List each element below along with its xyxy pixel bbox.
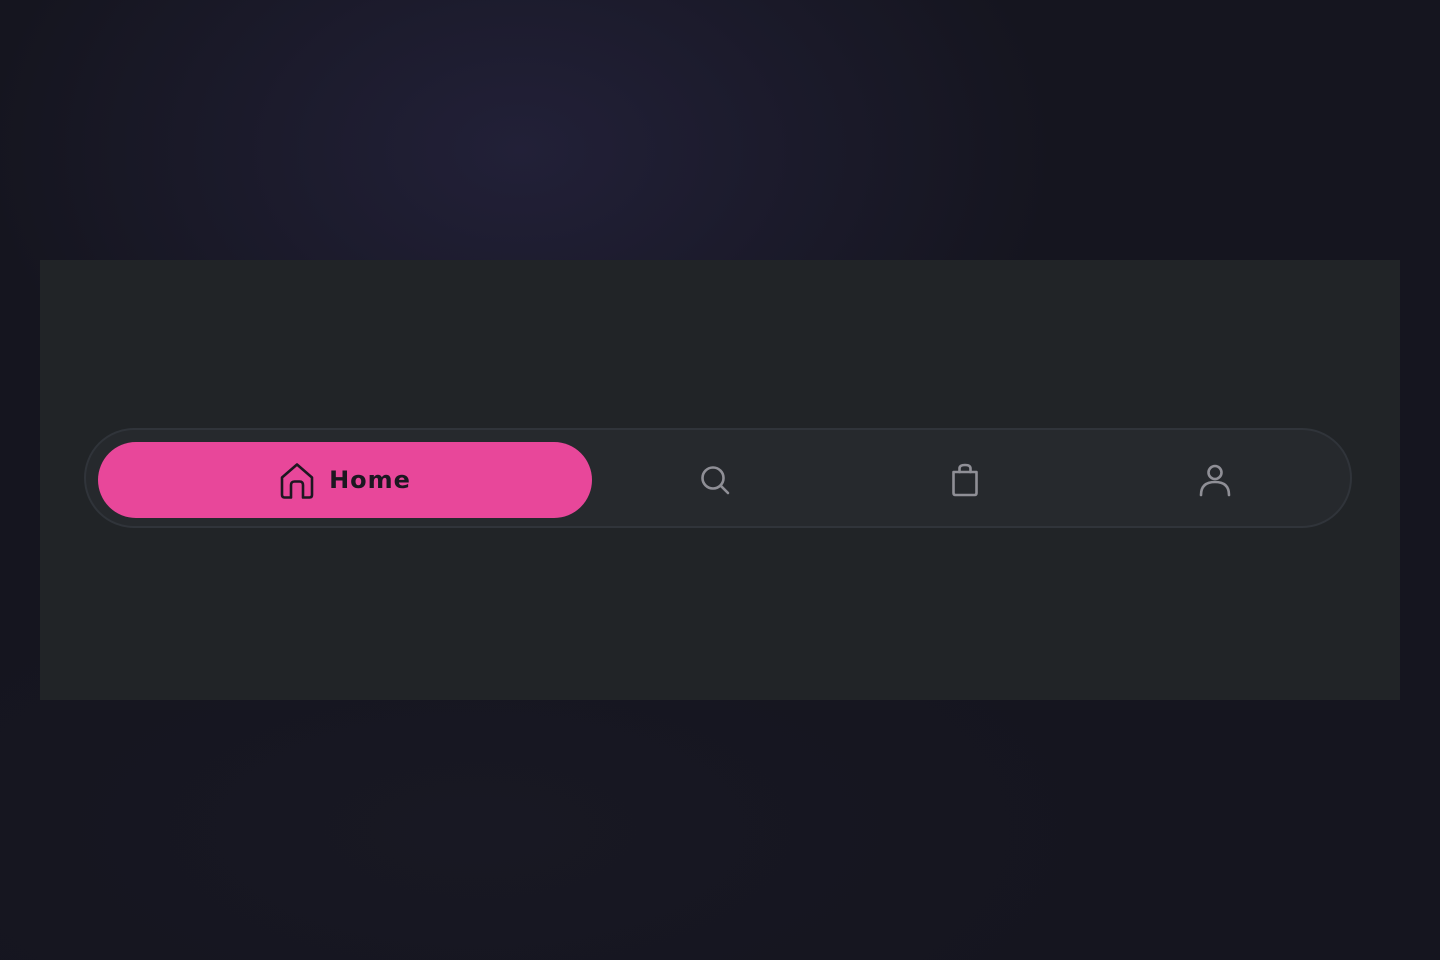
tab-home[interactable]: Home [98, 442, 592, 518]
tab-profile[interactable] [1116, 444, 1314, 516]
search-icon [699, 464, 731, 496]
shopping-bag-icon [949, 463, 981, 497]
bottom-tab-bar: Home [84, 428, 1352, 528]
tab-search[interactable] [616, 444, 814, 516]
tab-home-label: Home [329, 466, 411, 494]
tab-bag[interactable] [866, 444, 1064, 516]
home-icon [279, 462, 315, 500]
user-icon [1198, 463, 1232, 497]
